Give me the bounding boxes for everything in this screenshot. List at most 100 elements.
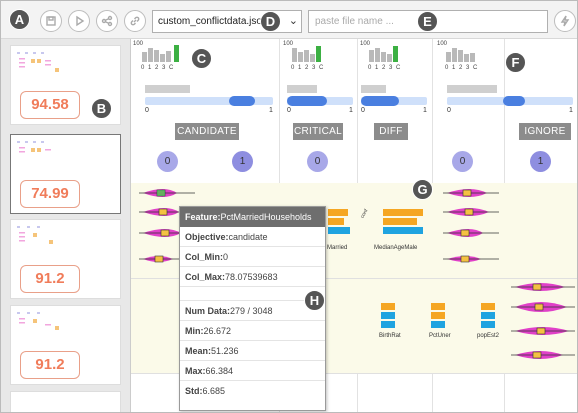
bar-glyph[interactable] xyxy=(421,301,455,333)
bar-glyph-label: popEst2 xyxy=(477,333,500,339)
slider-max-label: 1 xyxy=(423,107,427,114)
score-badge: 94.58 xyxy=(20,91,80,119)
slider-max-label: 1 xyxy=(569,107,573,114)
feature-tooltip: Feature:PctMarriedHouseholds Objective:c… xyxy=(179,206,326,411)
weight-slider[interactable]: 0 1 xyxy=(145,85,275,115)
bar-glyph-label: MedianAgeMale xyxy=(374,245,418,251)
histogram-ticks: 0 1 2 3 C xyxy=(291,65,325,71)
play-icon[interactable] xyxy=(68,10,90,32)
annotation-badge-f: F xyxy=(505,52,526,73)
slider-min-label: 0 xyxy=(287,107,291,114)
label-histogram[interactable]: 100 0 1 2 3 C xyxy=(133,41,193,71)
bar-glyph-label: BirthRat xyxy=(379,333,401,339)
tooltip-numdata-value: 279 / 3048 xyxy=(230,306,273,316)
bar-glyph[interactable] xyxy=(469,301,503,333)
tooltip-row: Objective:candidate xyxy=(180,227,325,247)
score-badge: 74.99 xyxy=(20,180,80,208)
tooltip-max-value: 66.384 xyxy=(205,366,234,376)
score-badge: 91.2 xyxy=(20,351,80,379)
tooltip-row: Num Data:279 / 3048 xyxy=(180,301,325,321)
chevron-down-icon[interactable]: ⌄ xyxy=(289,11,298,32)
history-panel: 94.58 74.99 91.2 91.2 xyxy=(1,39,131,412)
class-circle[interactable]: 0 xyxy=(307,151,328,172)
histogram-max-label: 100 xyxy=(133,41,144,47)
group-label-diff[interactable]: DIFF xyxy=(374,123,408,140)
slider-min-label: 0 xyxy=(361,107,365,114)
save-icon[interactable] xyxy=(40,10,62,32)
class-circle[interactable]: 1 xyxy=(530,151,551,172)
bar-glyph-label: Married xyxy=(327,245,348,251)
link-icon[interactable] xyxy=(124,10,146,32)
svg-text:conf: conf xyxy=(361,208,370,220)
share-icon[interactable] xyxy=(96,10,118,32)
tooltip-row: Col_Max:78.07539683 xyxy=(180,267,325,287)
history-item[interactable] xyxy=(10,391,121,412)
histogram-max-label: 100 xyxy=(437,41,448,47)
tooltip-row: Col_Min:0 xyxy=(180,247,325,267)
group-label-critical[interactable]: CRITICAL xyxy=(293,123,343,140)
class-circle[interactable]: 0 xyxy=(452,151,473,172)
annotation-badge-h: H xyxy=(304,290,325,311)
tooltip-std-label: Std: xyxy=(185,386,203,396)
tooltip-min-label: Min: xyxy=(185,326,204,336)
annotation-badge-a: A xyxy=(9,9,30,30)
label-histogram[interactable]: 100 0 1 2 3 C xyxy=(437,41,497,71)
violin-plot-glyph[interactable] xyxy=(511,279,577,371)
history-item-selected[interactable]: 74.99 xyxy=(10,134,121,214)
file-select-value: custom_conflictdata.json xyxy=(158,16,268,27)
slider-max-label: 1 xyxy=(349,107,353,114)
tooltip-row: Min:26.672 xyxy=(180,321,325,341)
tooltip-objective-label: Objective: xyxy=(185,232,229,242)
group-label-candidate[interactable]: CANDIDATE xyxy=(175,123,239,140)
slider-min-label: 0 xyxy=(145,107,149,114)
tooltip-objective-value: candidate xyxy=(228,232,268,242)
toolbar: custom_conflictdata.json ⌄ xyxy=(1,1,577,39)
thumbnail-preview xyxy=(17,52,59,72)
slider-handle[interactable] xyxy=(361,96,399,106)
tooltip-numdata-label: Num Data: xyxy=(185,306,231,316)
slider-handle[interactable] xyxy=(287,96,327,106)
tooltip-row: Mean:51.236 xyxy=(180,341,325,361)
histogram-ticks: 0 1 2 3 C xyxy=(141,65,175,71)
annotation-badge-b: B xyxy=(91,98,112,119)
class-circle[interactable]: 1 xyxy=(232,151,253,172)
tooltip-std-value: 6.685 xyxy=(202,386,226,396)
tooltip-colmax-value: 78.07539683 xyxy=(225,272,278,282)
label-histogram[interactable]: 100 0 1 2 3 C xyxy=(360,41,420,71)
score-badge: 91.2 xyxy=(20,265,80,293)
tooltip-colmin-label: Col_Min: xyxy=(185,252,223,262)
annotation-badge-e: E xyxy=(417,11,438,32)
weight-slider[interactable]: 0 1 xyxy=(361,85,429,115)
bar-glyph[interactable]: conf xyxy=(361,205,427,245)
weight-slider[interactable]: 0 1 xyxy=(447,85,577,115)
weight-slider[interactable]: 0 1 xyxy=(287,85,355,115)
slider-handle[interactable] xyxy=(229,96,255,106)
tooltip-row: Std:6.685 xyxy=(180,381,325,401)
tooltip-min-value: 26.672 xyxy=(203,326,232,336)
tooltip-feature-value: PctMarriedHouseholds xyxy=(220,212,312,222)
annotation-badge-c: C xyxy=(191,48,212,69)
history-item[interactable]: 91.2 xyxy=(10,219,121,299)
thumbnail-preview xyxy=(17,141,51,153)
histogram-ticks: 0 1 2 3 C xyxy=(445,65,479,71)
group-label-ignore[interactable]: IGNORE xyxy=(519,123,571,140)
annotation-badge-g: G xyxy=(412,179,433,200)
app-window: custom_conflictdata.json ⌄ 94.58 74.99 xyxy=(0,0,578,413)
bar-glyph[interactable] xyxy=(367,301,407,333)
tooltip-mean-label: Mean: xyxy=(185,346,212,356)
thumbnail-preview xyxy=(17,226,53,244)
tooltip-colmin-value: 0 xyxy=(223,252,229,262)
tooltip-header: Feature:PctMarriedHouseholds xyxy=(180,207,325,227)
bar-glyph-label: PctUner xyxy=(429,333,451,339)
tooltip-max-label: Max: xyxy=(185,366,206,376)
histogram-max-label: 100 xyxy=(283,41,294,47)
thumbnail-preview xyxy=(17,312,59,330)
slider-handle[interactable] xyxy=(503,96,525,106)
violin-plot-glyph[interactable] xyxy=(443,185,503,275)
history-item[interactable]: 91.2 xyxy=(10,305,121,385)
lightning-icon[interactable] xyxy=(554,10,576,32)
label-histogram[interactable]: 100 0 1 2 3 C xyxy=(283,41,343,71)
bar-glyph[interactable] xyxy=(326,207,354,241)
class-circle[interactable]: 0 xyxy=(157,151,178,172)
slider-max-label: 1 xyxy=(269,107,273,114)
